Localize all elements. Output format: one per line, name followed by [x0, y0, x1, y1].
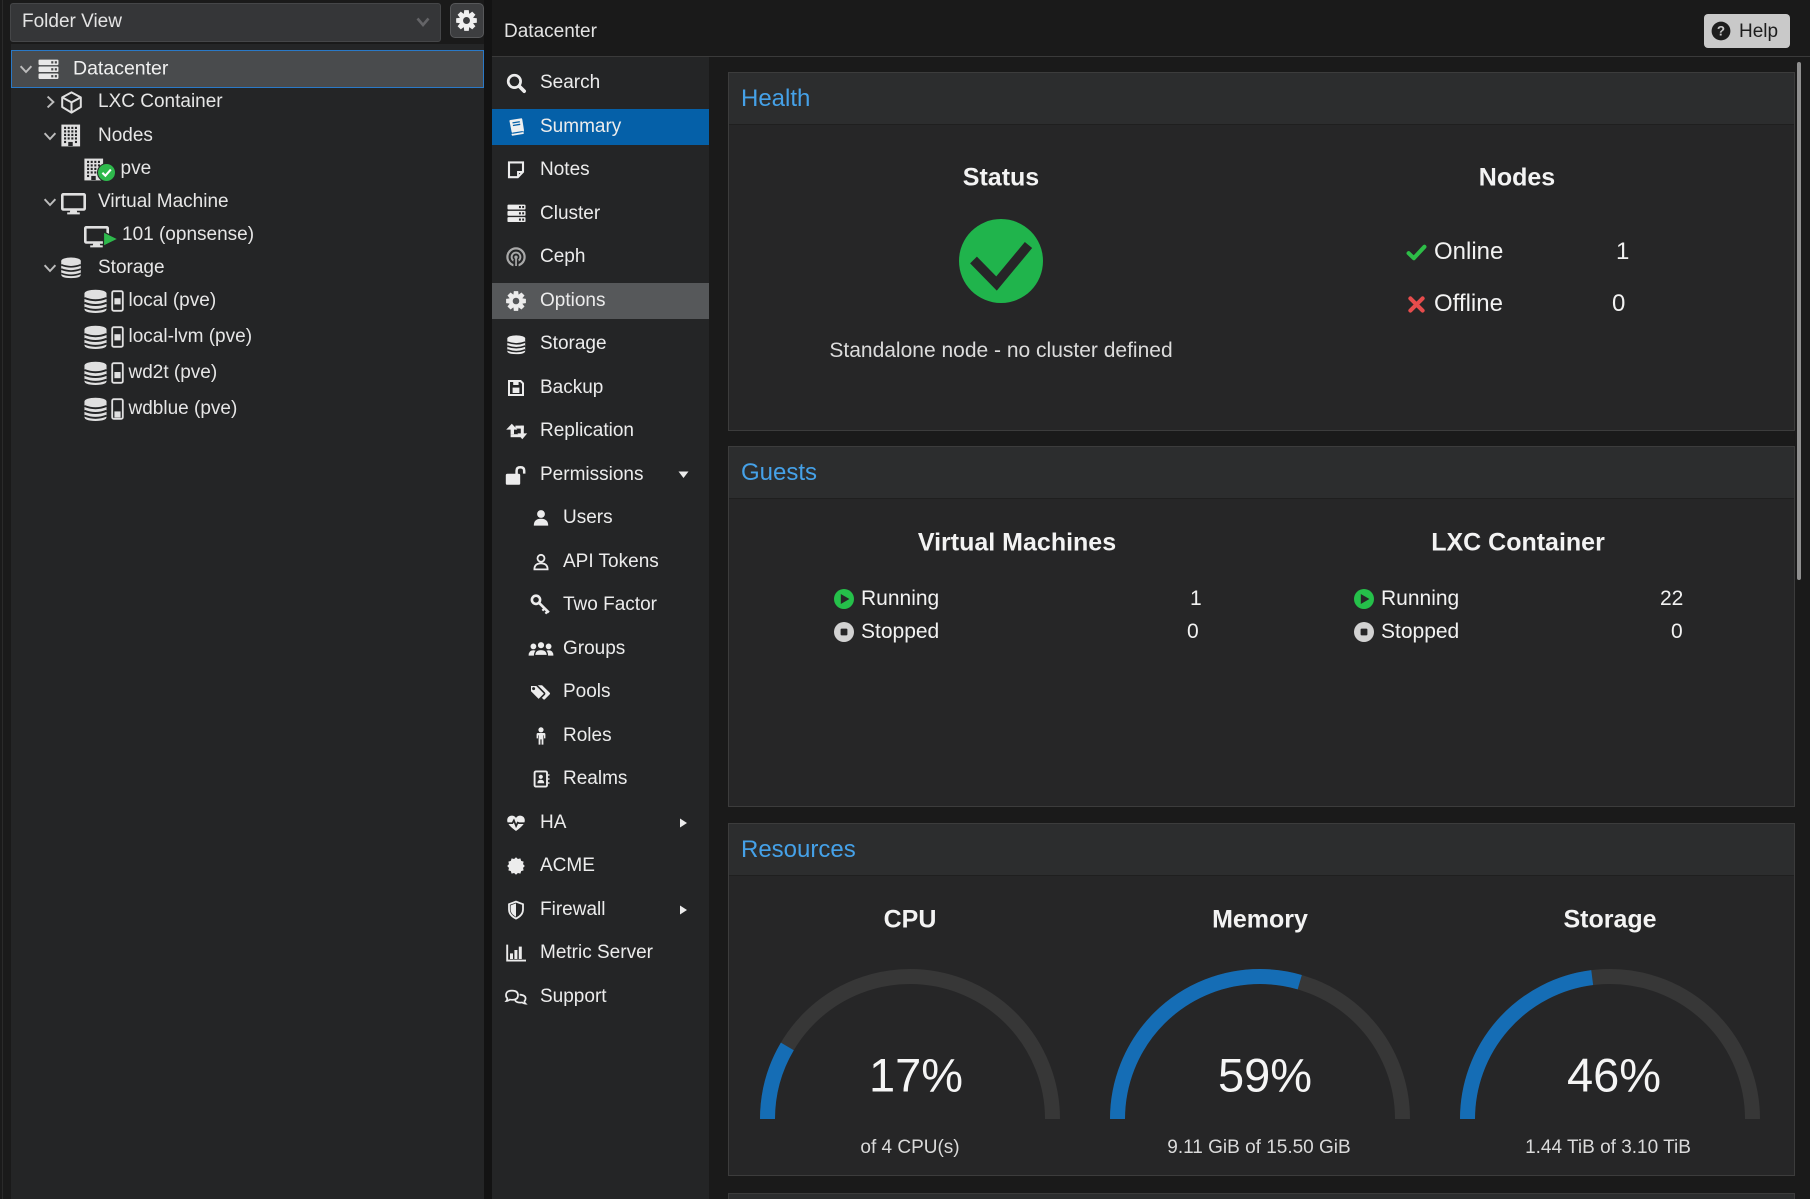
- svg-text:?: ?: [1717, 23, 1725, 38]
